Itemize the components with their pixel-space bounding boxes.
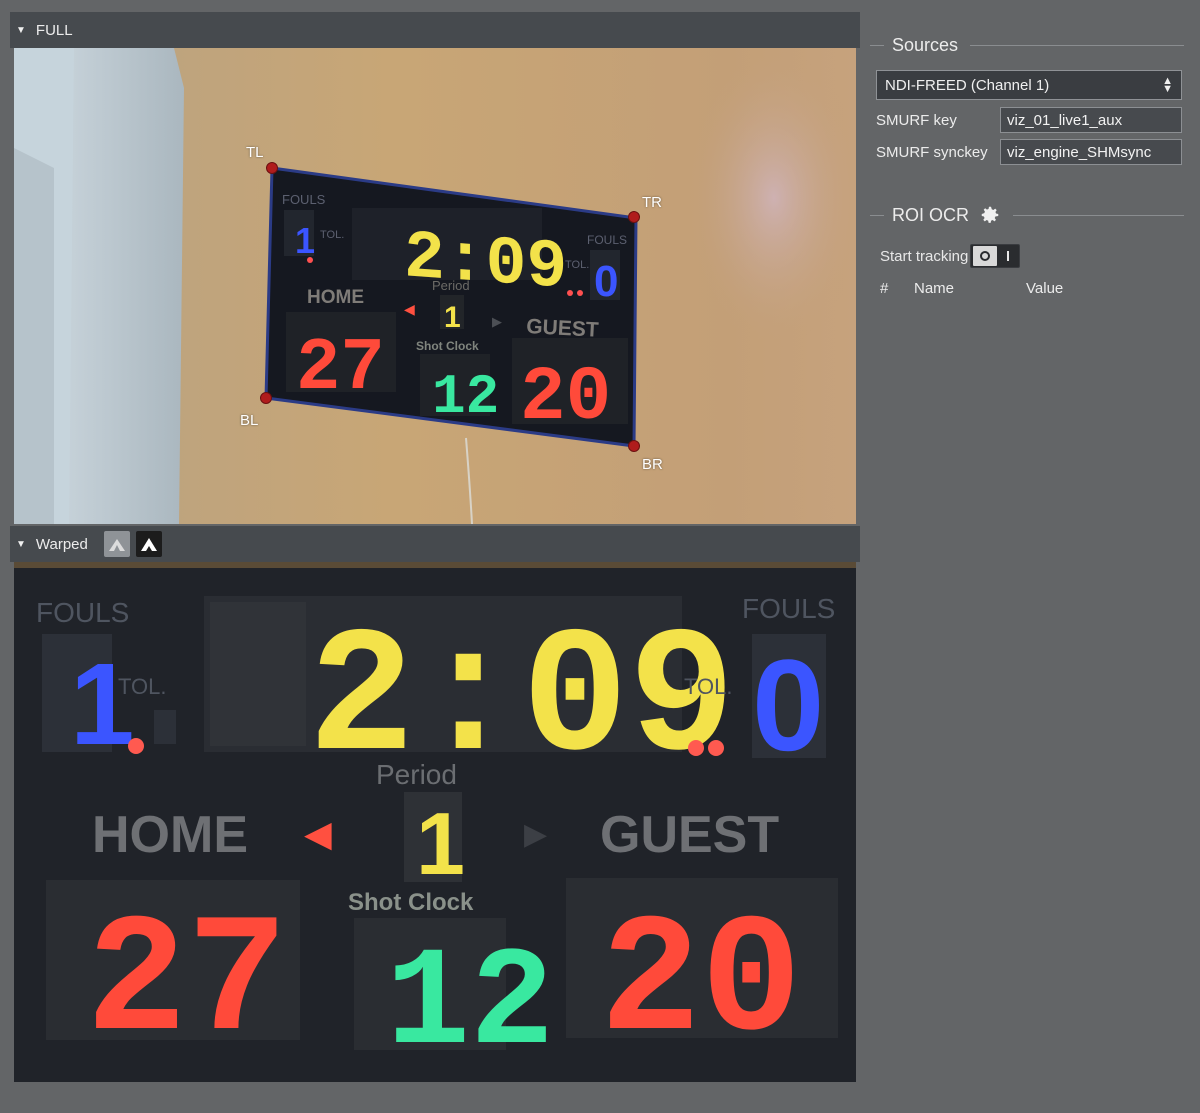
corner-label-br: BR [642,456,663,473]
roi-ocr-title: ROI OCR [892,204,970,225]
collapse-triangle-icon[interactable]: ▼ [16,539,26,550]
full-panel-header[interactable]: ▼ FULL [10,12,860,48]
left-column: ▼ FULL FOULS 1 TOL. 2:09 FOULS TOL. 0 Pe… [10,12,860,1108]
svg-text:Period: Period [376,759,457,790]
column-header-number[interactable]: # [880,280,914,297]
svg-text:1: 1 [295,220,315,261]
contour-icon [140,538,157,551]
smurf-synckey-input[interactable]: viz_engine_SHMsync [1000,139,1182,165]
column-header-value[interactable]: Value [1026,280,1063,297]
svg-text:FOULS: FOULS [282,192,326,207]
svg-text:▶: ▶ [524,818,547,851]
smurf-key-row: SMURF key viz_01_live1_aux [876,106,1184,134]
svg-text:Shot Clock: Shot Clock [416,339,479,353]
collapse-triangle-icon[interactable]: ▼ [16,25,26,36]
full-camera-image: FOULS 1 TOL. 2:09 FOULS TOL. 0 Period HO… [14,48,856,524]
svg-text:27: 27 [296,327,385,411]
corner-handle-tr[interactable] [628,211,640,223]
start-tracking-toggle[interactable] [970,244,1021,268]
svg-text:20: 20 [520,355,611,441]
updown-chevron-icon: ▲ ▼ [1162,75,1173,95]
svg-text:GUEST: GUEST [526,315,600,342]
sources-title: Sources [892,34,959,55]
edge-mode-button[interactable] [135,531,162,557]
full-camera-view[interactable]: FOULS 1 TOL. 2:09 FOULS TOL. 0 Period HO… [14,48,856,524]
toggle-on-mark [1007,251,1010,261]
svg-text:FOULS: FOULS [742,593,835,624]
roi-ocr-group: ROI OCR [870,200,1184,230]
svg-text:Shot Clock: Shot Clock [348,889,474,916]
corner-label-tl: TL [246,144,264,161]
svg-text:1: 1 [444,301,461,334]
svg-text:TOL.: TOL. [320,229,344,241]
gear-icon[interactable] [979,204,1001,226]
toggle-off-icon [973,246,998,266]
right-column: Sources NDI-FREED (Channel 1) ▲ ▼ SMURF k… [870,30,1184,297]
divider [870,44,884,46]
source-select-value: NDI-FREED (Channel 1) [885,76,1050,94]
warped-panel-title: Warped [35,535,88,553]
fouls-label-left: FOULS [36,597,129,628]
divider [870,214,884,216]
warped-panel-header[interactable]: ▼ Warped [10,526,860,562]
smurf-key-input[interactable]: viz_01_live1_aux [1000,107,1182,133]
svg-text:HOME: HOME [92,806,248,864]
svg-text:1: 1 [416,794,465,893]
svg-text:FOULS: FOULS [587,233,627,247]
svg-text:GUEST: GUEST [600,806,779,864]
svg-text:12: 12 [386,926,554,1082]
svg-text:Period: Period [432,278,470,293]
corner-label-bl: BL [240,412,259,429]
corner-handle-bl[interactable] [260,392,272,404]
svg-text:TOL.: TOL. [118,674,167,699]
svg-text:12: 12 [432,365,499,429]
svg-text:0: 0 [752,632,824,778]
warped-scoreboard-view[interactable]: FOULS 1 TOL. 2:09 FOULS TOL. 0 Period HO… [14,562,856,1082]
mountain-icon [108,539,125,551]
svg-text:1: 1 [70,639,135,769]
corner-handle-br[interactable] [628,440,640,452]
smurf-synckey-label: SMURF synckey [876,143,988,161]
svg-text:2:09: 2:09 [308,601,735,802]
image-mode-button[interactable] [103,531,130,557]
svg-text:2:09: 2:09 [404,219,567,307]
svg-text:HOME: HOME [307,287,364,308]
full-panel-title: FULL [35,21,73,39]
svg-text:20: 20 [600,889,802,1079]
svg-text:TOL.: TOL. [684,674,733,699]
roi-table-header: # Name Value [880,280,1184,297]
svg-text:▶: ▶ [492,314,502,329]
start-tracking-label: Start tracking [880,247,969,265]
sources-group: Sources [870,30,1184,60]
svg-text:TOL.: TOL. [565,259,589,271]
divider [1013,214,1184,216]
start-tracking-row: Start tracking [880,244,1184,268]
warped-scoreboard-image: FOULS 1 TOL. 2:09 FOULS TOL. 0 Period HO… [14,562,856,1082]
svg-text:◀: ◀ [404,301,415,317]
divider [970,44,1184,46]
corner-handle-tl[interactable] [266,162,278,174]
svg-text:0: 0 [594,257,618,306]
svg-text:◀: ◀ [304,813,332,854]
source-select[interactable]: NDI-FREED (Channel 1) ▲ ▼ [876,70,1182,100]
corner-label-tr: TR [642,194,662,211]
smurf-key-label: SMURF key [876,111,957,129]
svg-text:27: 27 [86,889,288,1079]
smurf-synckey-row: SMURF synckey viz_engine_SHMsync [876,138,1184,166]
column-header-name[interactable]: Name [914,280,1026,297]
